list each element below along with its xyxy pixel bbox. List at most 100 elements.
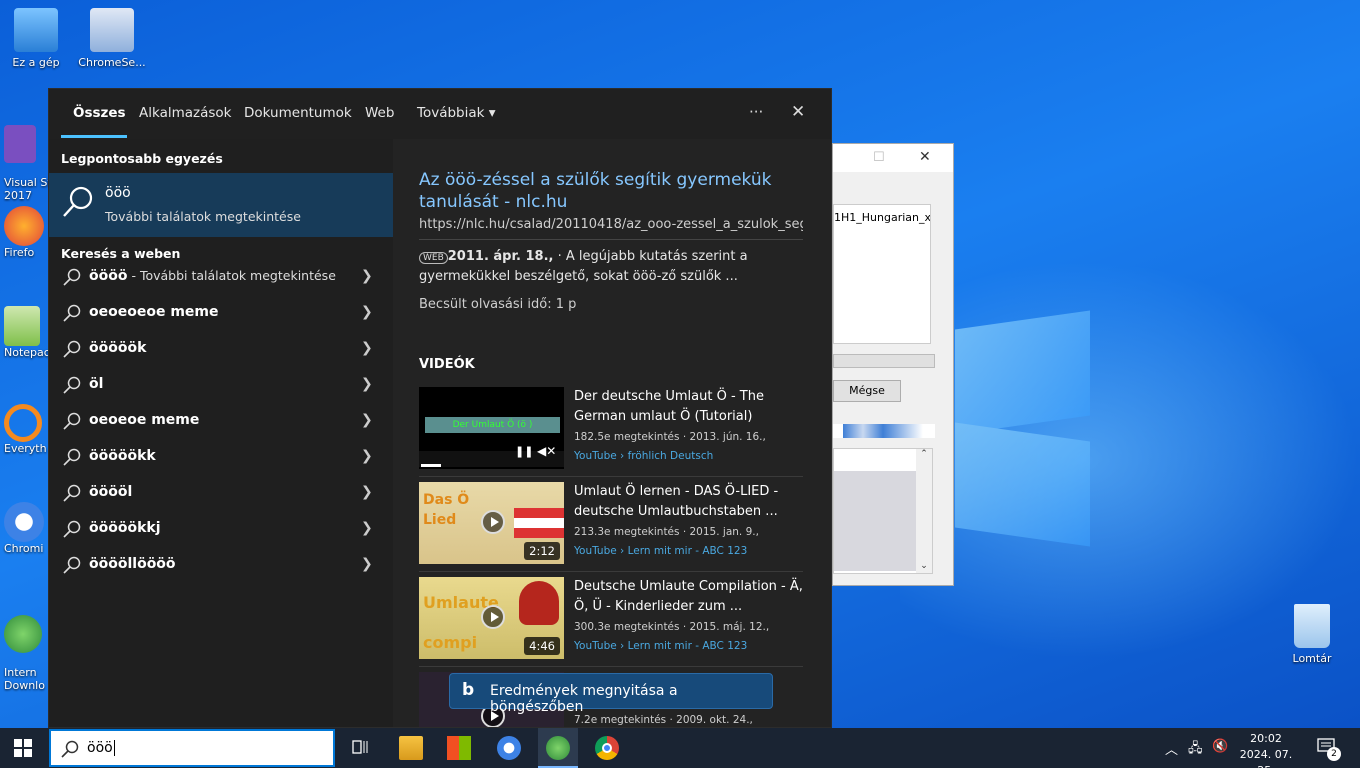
maximize-icon[interactable]: ☐ <box>873 150 885 165</box>
desktop-icon-recycle-bin[interactable]: Lomtár <box>1276 604 1348 665</box>
dialog-file-box: 1H1_Hungarian_x <box>833 204 931 344</box>
chevron-right-icon[interactable]: ❯ <box>361 556 373 572</box>
web-badge: WEB <box>419 252 448 264</box>
chevron-up-icon[interactable]: ︿ <box>1165 739 1178 758</box>
taskbar-app-active[interactable] <box>538 728 578 768</box>
marquee-bar <box>833 424 935 438</box>
search-icon <box>63 268 81 286</box>
search-icon <box>63 484 81 502</box>
result-snippet-line1: WEB 2011. ápr. 18., · A legújabb kutatás … <box>419 249 748 264</box>
search-icon <box>63 304 81 322</box>
divider <box>419 476 803 477</box>
result-title-line2[interactable]: tanulását - nlc.hu <box>419 191 567 213</box>
web-suggestion-item[interactable]: ööööök ❯ <box>49 331 393 367</box>
result-url[interactable]: https://nlc.hu/csalad/20110418/az_ooo-ze… <box>419 217 803 232</box>
reading-time: Becsült olvasási idő: 1 p <box>419 297 577 312</box>
task-view-button[interactable] <box>349 736 373 760</box>
network-icon[interactable]: 🖧 <box>1188 739 1203 761</box>
result-title-line1[interactable]: Az ööö-zéssel a szülők segítik gyermekük <box>419 169 771 191</box>
divider <box>419 239 803 240</box>
chevron-right-icon[interactable]: ❯ <box>361 448 373 464</box>
tab-all[interactable]: Összes <box>73 105 126 121</box>
search-icon <box>63 520 81 538</box>
best-match-query: ööö <box>105 185 131 201</box>
taskbar-search-box[interactable]: ööö <box>49 729 335 767</box>
caret-down-icon: ▾ <box>488 105 496 121</box>
search-icon <box>63 556 81 574</box>
clock[interactable]: 20:02 2024. 07. 25. <box>1234 731 1298 768</box>
chevron-right-icon[interactable]: ❯ <box>361 520 373 536</box>
close-icon[interactable]: ✕ <box>919 149 931 165</box>
tab-documents[interactable]: Dokumentumok <box>244 105 352 121</box>
volume-muted-icon[interactable]: 🔇 <box>1212 739 1228 754</box>
divider <box>419 666 803 667</box>
search-input[interactable]: ööö <box>87 740 115 756</box>
mute-icon[interactable]: ◀✕ <box>537 444 556 458</box>
web-suggestion-item[interactable]: oeoeoeoe meme ❯ <box>49 295 393 331</box>
web-suggestion-item[interactable]: öööö - További találatok megtekintése ❯ <box>49 259 393 295</box>
desktop-icon-everything[interactable]: Everyth <box>0 404 52 455</box>
suggestion-text: oeoeoe meme <box>89 412 200 428</box>
cancel-button[interactable]: Mégse <box>833 380 901 402</box>
dialog-log-list: ⌃ ⌄ <box>833 448 933 574</box>
bing-icon: b <box>462 680 475 700</box>
chevron-right-icon[interactable]: ❯ <box>361 340 373 356</box>
play-icon[interactable] <box>481 605 505 629</box>
active-tab-indicator <box>61 135 127 138</box>
windows-icon <box>14 739 32 757</box>
video-item[interactable]: Der Umlaut Ö (ö ) ❚❚ ◀✕ Der deutsche Uml… <box>419 387 803 475</box>
pause-icon[interactable]: ❚❚ <box>515 445 533 458</box>
more-options-icon[interactable]: ··· <box>749 103 763 121</box>
desktop-icon-this-pc[interactable]: Ez a gép <box>0 8 72 69</box>
web-suggestion-item[interactable]: ööööllöööö ❯ <box>49 547 393 583</box>
suggestion-text: ööööök <box>89 340 147 356</box>
best-match-subtitle: További találatok megtekintése <box>105 209 301 224</box>
chevron-right-icon[interactable]: ❯ <box>361 304 373 320</box>
desktop-icon-notepadpp[interactable]: Notepac <box>0 306 52 359</box>
scrollbar[interactable]: ⌃ ⌄ <box>916 449 932 573</box>
video-item[interactable]: Umlaute compi 4:46 Deutsche Umlaute Comp… <box>419 577 803 665</box>
tab-more[interactable]: Továbbiak ▾ <box>417 105 496 121</box>
chevron-right-icon[interactable]: ❯ <box>361 268 373 284</box>
search-icon <box>63 412 81 430</box>
desktop-icon-idm[interactable]: Intern Downlo <box>0 602 52 705</box>
web-suggestion-item[interactable]: öl ❯ <box>49 367 393 403</box>
start-button[interactable] <box>14 739 32 757</box>
best-match-item[interactable]: ööö További találatok megtekintése <box>49 173 393 237</box>
desktop-icon-chrome-setup[interactable]: ChromeSe... <box>76 8 148 69</box>
desktop-icon-chromium[interactable]: Chromi <box>0 502 52 555</box>
web-suggestion-item[interactable]: ööööl ❯ <box>49 475 393 511</box>
video-item[interactable]: Das Ö Lied 2:12 Umlaut Ö lernen - DAS Ö-… <box>419 482 803 570</box>
desktop-icon-visual-studio[interactable]: Visual St 2017 <box>0 112 52 215</box>
chrome-icon[interactable] <box>595 736 619 760</box>
dialog-progress-bar <box>833 354 935 368</box>
suggestion-text: ööööökkj <box>89 520 161 536</box>
tab-apps[interactable]: Alkalmazások <box>139 105 231 121</box>
notification-center-button[interactable]: 2 <box>1316 736 1341 762</box>
video-thumbnail: Der Umlaut Ö (ö ) ❚❚ ◀✕ <box>419 387 564 469</box>
suggestion-text: öööö - További találatok megtekintése <box>89 268 336 284</box>
results-list: Legpontosabb egyezés ööö További találat… <box>49 139 393 727</box>
web-suggestion-item[interactable]: ööööökk ❯ <box>49 439 393 475</box>
file-explorer-icon[interactable] <box>399 736 423 760</box>
close-icon[interactable]: ✕ <box>791 102 805 122</box>
magnifier-icon <box>4 404 42 442</box>
video-thumbnail: Das Ö Lied 2:12 <box>419 482 564 564</box>
open-in-browser-button[interactable]: b Eredmények megnyitása a böngészőben <box>449 673 773 715</box>
chromium-icon[interactable] <box>497 736 521 760</box>
task-view-icon <box>352 740 368 754</box>
search-icon <box>63 186 93 217</box>
web-suggestion-item[interactable]: ööööökkj ❯ <box>49 511 393 547</box>
background-dialog-window: ☐ ✕ 1H1_Hungarian_x Mégse ⌃ ⌄ <box>832 143 954 586</box>
chevron-right-icon[interactable]: ❯ <box>361 376 373 392</box>
store-icon[interactable] <box>447 736 471 760</box>
tab-web[interactable]: Web <box>365 105 394 121</box>
web-suggestion-item[interactable]: oeoeoe meme ❯ <box>49 403 393 439</box>
search-tabs: Összes Alkalmazások Dokumentumok Web Tov… <box>49 89 831 139</box>
computer-icon <box>14 8 58 52</box>
preview-pane: Az ööö-zéssel a szülők segítik gyermekük… <box>393 139 831 727</box>
desktop-icon-firefox[interactable]: Firefo <box>0 206 52 259</box>
play-icon[interactable] <box>481 510 505 534</box>
chevron-right-icon[interactable]: ❯ <box>361 412 373 428</box>
chevron-right-icon[interactable]: ❯ <box>361 484 373 500</box>
